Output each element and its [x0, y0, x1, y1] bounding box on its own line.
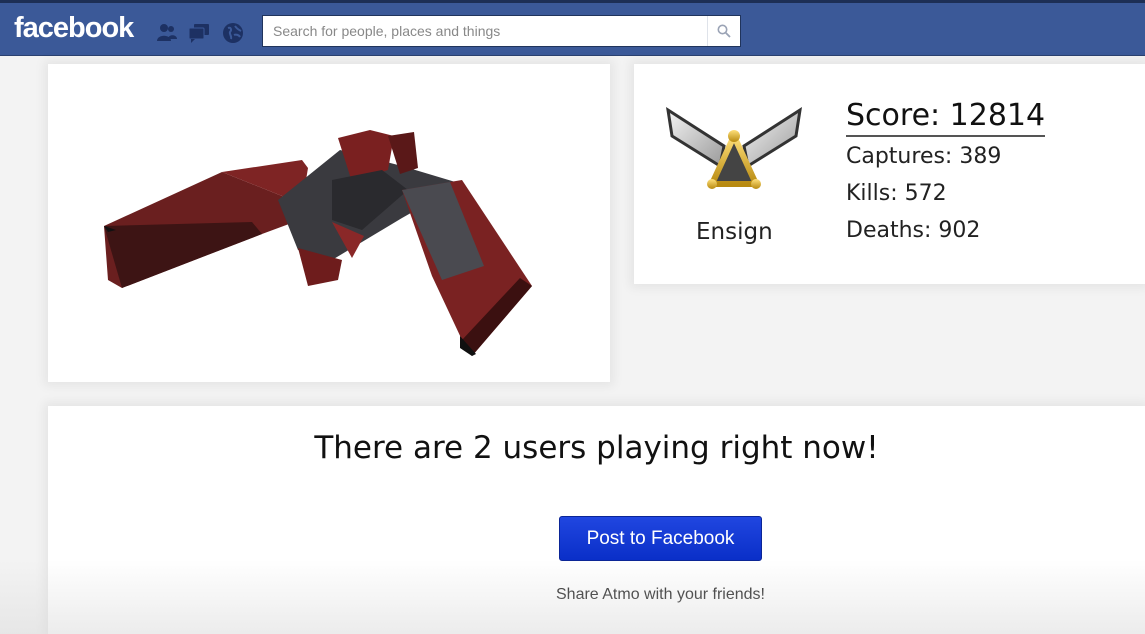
- rank-label: Ensign: [696, 219, 773, 245]
- friend-requests-icon[interactable]: [156, 22, 178, 44]
- messages-icon[interactable]: [188, 22, 210, 44]
- search-box: [262, 15, 741, 47]
- search-button[interactable]: [707, 16, 740, 46]
- post-to-facebook-button[interactable]: Post to Facebook: [559, 516, 762, 561]
- top-edge: [0, 0, 1145, 3]
- search-input[interactable]: [263, 16, 708, 46]
- search-icon: [717, 24, 731, 38]
- facebook-top-bar: facebook: [0, 0, 1145, 56]
- spaceship-image: [104, 130, 532, 356]
- kills-value: Kills: 572: [846, 181, 947, 206]
- deaths-value: Deaths: 902: [846, 218, 981, 243]
- ship-panel: [48, 64, 610, 382]
- captures-value: Captures: 389: [846, 144, 1002, 169]
- share-panel: There are 2 users playing right now! Pos…: [48, 406, 1145, 634]
- notifications-icon[interactable]: [222, 22, 244, 44]
- players-online-text: There are 2 users playing right now!: [314, 430, 879, 466]
- share-message: Share Atmo with your friends!: [556, 586, 765, 603]
- player-stats-panel: Ensign Score: 12814 Captures: 389 Kills:…: [634, 64, 1145, 284]
- facebook-logo[interactable]: facebook: [14, 12, 134, 45]
- score-value: Score: 12814: [846, 98, 1046, 137]
- ensign-rank-badge-icon: [666, 106, 802, 189]
